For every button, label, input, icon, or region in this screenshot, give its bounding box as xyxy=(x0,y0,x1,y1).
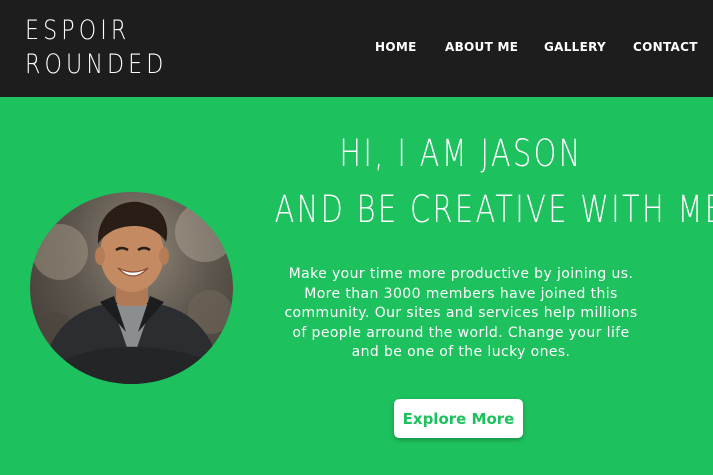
hero-title-line-1: HI, I AM JASON xyxy=(339,132,583,175)
hero-description-line: and be one of the lucky ones. xyxy=(351,344,571,361)
hero-description-line: community. Our sites and services help m… xyxy=(284,305,638,322)
hero-description-line: More than 3000 members have joined this xyxy=(304,285,618,302)
logo-line-2: ROUNDED xyxy=(25,49,168,80)
hero-description-line: of people arround the world. Change your… xyxy=(292,324,630,341)
nav-gallery[interactable]: GALLERY xyxy=(544,40,606,54)
nav-home[interactable]: HOME xyxy=(375,40,417,54)
profile-photo xyxy=(30,192,233,384)
hero-description-line: Make your time more productive by joinin… xyxy=(288,266,634,282)
profile-photo-illustration xyxy=(32,201,233,384)
hero-description: Make your time more productive by joinin… xyxy=(262,265,660,363)
nav-about-me[interactable]: ABOUT ME xyxy=(445,40,518,54)
hero-title-line-2: AND BE CREATIVE WITH ME xyxy=(274,188,713,231)
logo-line-1: ESPOIR xyxy=(25,15,131,46)
site-header: ESPOIR ROUNDED HOME ABOUT ME GALLERY CON… xyxy=(0,0,713,97)
nav-contact[interactable]: CONTACT xyxy=(633,40,698,54)
site-logo[interactable]: ESPOIR ROUNDED xyxy=(25,14,167,82)
hero-title: HI, I AM JASON AND BE CREATIVE WITH ME xyxy=(222,126,713,238)
explore-more-button[interactable]: Explore More xyxy=(394,399,523,438)
